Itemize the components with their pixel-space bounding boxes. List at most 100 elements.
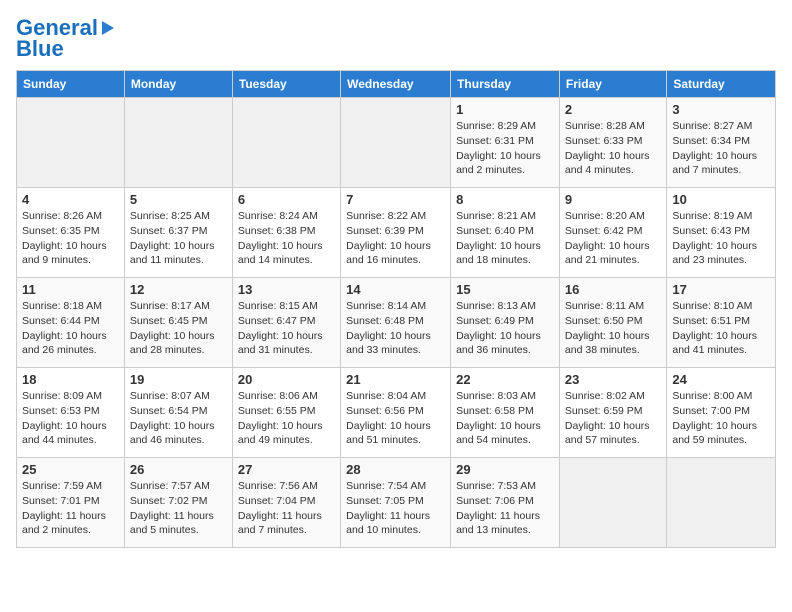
day-number: 21 [346, 372, 445, 387]
calendar-cell [124, 98, 232, 188]
day-info: Sunrise: 8:22 AM Sunset: 6:39 PM Dayligh… [346, 209, 445, 268]
calendar-cell: 14 Sunrise: 8:14 AM Sunset: 6:48 PM Dayli… [341, 278, 451, 368]
header-saturday: Saturday [667, 71, 776, 98]
day-info: Sunrise: 8:07 AM Sunset: 6:54 PM Dayligh… [130, 389, 227, 448]
calendar-week-row: 11 Sunrise: 8:18 AM Sunset: 6:44 PM Dayli… [17, 278, 776, 368]
day-number: 25 [22, 462, 119, 477]
day-number: 14 [346, 282, 445, 297]
calendar-cell: 13Sunrise: 8:15 AM Sunset: 6:47 PM Dayli… [232, 278, 340, 368]
day-number: 19 [130, 372, 227, 387]
day-number: 2 [565, 102, 661, 117]
calendar-cell: 19 Sunrise: 8:07 AM Sunset: 6:54 PM Dayli… [124, 368, 232, 458]
calendar-cell: 28 Sunrise: 7:54 AM Sunset: 7:05 PM Dayli… [341, 458, 451, 548]
calendar-cell: 27 Sunrise: 7:56 AM Sunset: 7:04 PM Dayli… [232, 458, 340, 548]
day-info: Sunrise: 8:04 AM Sunset: 6:56 PM Dayligh… [346, 389, 445, 448]
day-number: 10 [672, 192, 770, 207]
logo-arrow-icon [98, 19, 116, 37]
header-friday: Friday [559, 71, 666, 98]
calendar-cell: 3 Sunrise: 8:27 AM Sunset: 6:34 PM Daylig… [667, 98, 776, 188]
day-number: 9 [565, 192, 661, 207]
day-info: Sunrise: 8:21 AM Sunset: 6:40 PM Dayligh… [456, 209, 554, 268]
calendar-cell: 25 Sunrise: 7:59 AM Sunset: 7:01 PM Dayli… [17, 458, 125, 548]
day-info: Sunrise: 8:25 AM Sunset: 6:37 PM Dayligh… [130, 209, 227, 268]
calendar-week-row: 4Sunrise: 8:26 AM Sunset: 6:35 PM Daylig… [17, 188, 776, 278]
calendar-cell: 17 Sunrise: 8:10 AM Sunset: 6:51 PM Dayli… [667, 278, 776, 368]
header-monday: Monday [124, 71, 232, 98]
calendar-cell [232, 98, 340, 188]
day-info: Sunrise: 8:27 AM Sunset: 6:34 PM Dayligh… [672, 119, 770, 178]
calendar-week-row: 1 Sunrise: 8:29 AM Sunset: 6:31 PM Daylig… [17, 98, 776, 188]
day-number: 6 [238, 192, 335, 207]
day-info: Sunrise: 8:26 AM Sunset: 6:35 PM Dayligh… [22, 209, 119, 268]
day-number: 11 [22, 282, 119, 297]
day-number: 7 [346, 192, 445, 207]
day-info: Sunrise: 8:03 AM Sunset: 6:58 PM Dayligh… [456, 389, 554, 448]
calendar-cell: 4Sunrise: 8:26 AM Sunset: 6:35 PM Daylig… [17, 188, 125, 278]
day-number: 22 [456, 372, 554, 387]
calendar-cell: 23Sunrise: 8:02 AM Sunset: 6:59 PM Dayli… [559, 368, 666, 458]
calendar-cell: 16 Sunrise: 8:11 AM Sunset: 6:50 PM Dayli… [559, 278, 666, 368]
calendar-cell: 24Sunrise: 8:00 AM Sunset: 7:00 PM Dayli… [667, 368, 776, 458]
day-info: Sunrise: 8:00 AM Sunset: 7:00 PM Dayligh… [672, 389, 770, 448]
calendar-cell: 6 Sunrise: 8:24 AM Sunset: 6:38 PM Daylig… [232, 188, 340, 278]
calendar-cell: 10 Sunrise: 8:19 AM Sunset: 6:43 PM Dayli… [667, 188, 776, 278]
day-info: Sunrise: 8:09 AM Sunset: 6:53 PM Dayligh… [22, 389, 119, 448]
day-number: 20 [238, 372, 335, 387]
day-info: Sunrise: 8:11 AM Sunset: 6:50 PM Dayligh… [565, 299, 661, 358]
day-info: Sunrise: 7:59 AM Sunset: 7:01 PM Dayligh… [22, 479, 119, 538]
day-number: 29 [456, 462, 554, 477]
calendar-cell: 5 Sunrise: 8:25 AM Sunset: 6:37 PM Daylig… [124, 188, 232, 278]
day-info: Sunrise: 7:56 AM Sunset: 7:04 PM Dayligh… [238, 479, 335, 538]
day-number: 16 [565, 282, 661, 297]
day-info: Sunrise: 8:19 AM Sunset: 6:43 PM Dayligh… [672, 209, 770, 268]
logo-bottom-text: Blue [16, 36, 64, 62]
day-info: Sunrise: 8:20 AM Sunset: 6:42 PM Dayligh… [565, 209, 661, 268]
page-header: General Blue [16, 16, 776, 62]
calendar-cell [341, 98, 451, 188]
calendar-cell: 29 Sunrise: 7:53 AM Sunset: 7:06 PM Dayli… [451, 458, 560, 548]
day-info: Sunrise: 8:29 AM Sunset: 6:31 PM Dayligh… [456, 119, 554, 178]
calendar-cell: 18 Sunrise: 8:09 AM Sunset: 6:53 PM Dayli… [17, 368, 125, 458]
day-number: 27 [238, 462, 335, 477]
logo: General Blue [16, 16, 116, 62]
day-info: Sunrise: 8:28 AM Sunset: 6:33 PM Dayligh… [565, 119, 661, 178]
day-info: Sunrise: 8:15 AM Sunset: 6:47 PM Dayligh… [238, 299, 335, 358]
day-number: 17 [672, 282, 770, 297]
calendar-cell: 8 Sunrise: 8:21 AM Sunset: 6:40 PM Daylig… [451, 188, 560, 278]
day-info: Sunrise: 8:24 AM Sunset: 6:38 PM Dayligh… [238, 209, 335, 268]
calendar-cell: 9 Sunrise: 8:20 AM Sunset: 6:42 PM Daylig… [559, 188, 666, 278]
day-number: 3 [672, 102, 770, 117]
calendar-cell: 15Sunrise: 8:13 AM Sunset: 6:49 PM Dayli… [451, 278, 560, 368]
day-info: Sunrise: 8:18 AM Sunset: 6:44 PM Dayligh… [22, 299, 119, 358]
day-number: 8 [456, 192, 554, 207]
header-wednesday: Wednesday [341, 71, 451, 98]
day-number: 5 [130, 192, 227, 207]
calendar-cell: 12Sunrise: 8:17 AM Sunset: 6:45 PM Dayli… [124, 278, 232, 368]
day-info: Sunrise: 8:17 AM Sunset: 6:45 PM Dayligh… [130, 299, 227, 358]
day-info: Sunrise: 8:06 AM Sunset: 6:55 PM Dayligh… [238, 389, 335, 448]
calendar-cell: 22 Sunrise: 8:03 AM Sunset: 6:58 PM Dayli… [451, 368, 560, 458]
header-thursday: Thursday [451, 71, 560, 98]
calendar-cell [559, 458, 666, 548]
day-info: Sunrise: 7:53 AM Sunset: 7:06 PM Dayligh… [456, 479, 554, 538]
calendar-cell: 11 Sunrise: 8:18 AM Sunset: 6:44 PM Dayli… [17, 278, 125, 368]
day-number: 28 [346, 462, 445, 477]
header-sunday: Sunday [17, 71, 125, 98]
header-tuesday: Tuesday [232, 71, 340, 98]
day-info: Sunrise: 7:57 AM Sunset: 7:02 PM Dayligh… [130, 479, 227, 538]
calendar-week-row: 18 Sunrise: 8:09 AM Sunset: 6:53 PM Dayli… [17, 368, 776, 458]
day-info: Sunrise: 7:54 AM Sunset: 7:05 PM Dayligh… [346, 479, 445, 538]
calendar-table: SundayMondayTuesdayWednesdayThursdayFrid… [16, 70, 776, 548]
day-number: 1 [456, 102, 554, 117]
calendar-cell [667, 458, 776, 548]
day-info: Sunrise: 8:13 AM Sunset: 6:49 PM Dayligh… [456, 299, 554, 358]
day-info: Sunrise: 8:10 AM Sunset: 6:51 PM Dayligh… [672, 299, 770, 358]
calendar-cell: 7 Sunrise: 8:22 AM Sunset: 6:39 PM Daylig… [341, 188, 451, 278]
calendar-cell: 1 Sunrise: 8:29 AM Sunset: 6:31 PM Daylig… [451, 98, 560, 188]
calendar-cell [17, 98, 125, 188]
day-info: Sunrise: 8:14 AM Sunset: 6:48 PM Dayligh… [346, 299, 445, 358]
calendar-cell: 26 Sunrise: 7:57 AM Sunset: 7:02 PM Dayli… [124, 458, 232, 548]
day-number: 18 [22, 372, 119, 387]
day-number: 26 [130, 462, 227, 477]
calendar-cell: 2 Sunrise: 8:28 AM Sunset: 6:33 PM Daylig… [559, 98, 666, 188]
